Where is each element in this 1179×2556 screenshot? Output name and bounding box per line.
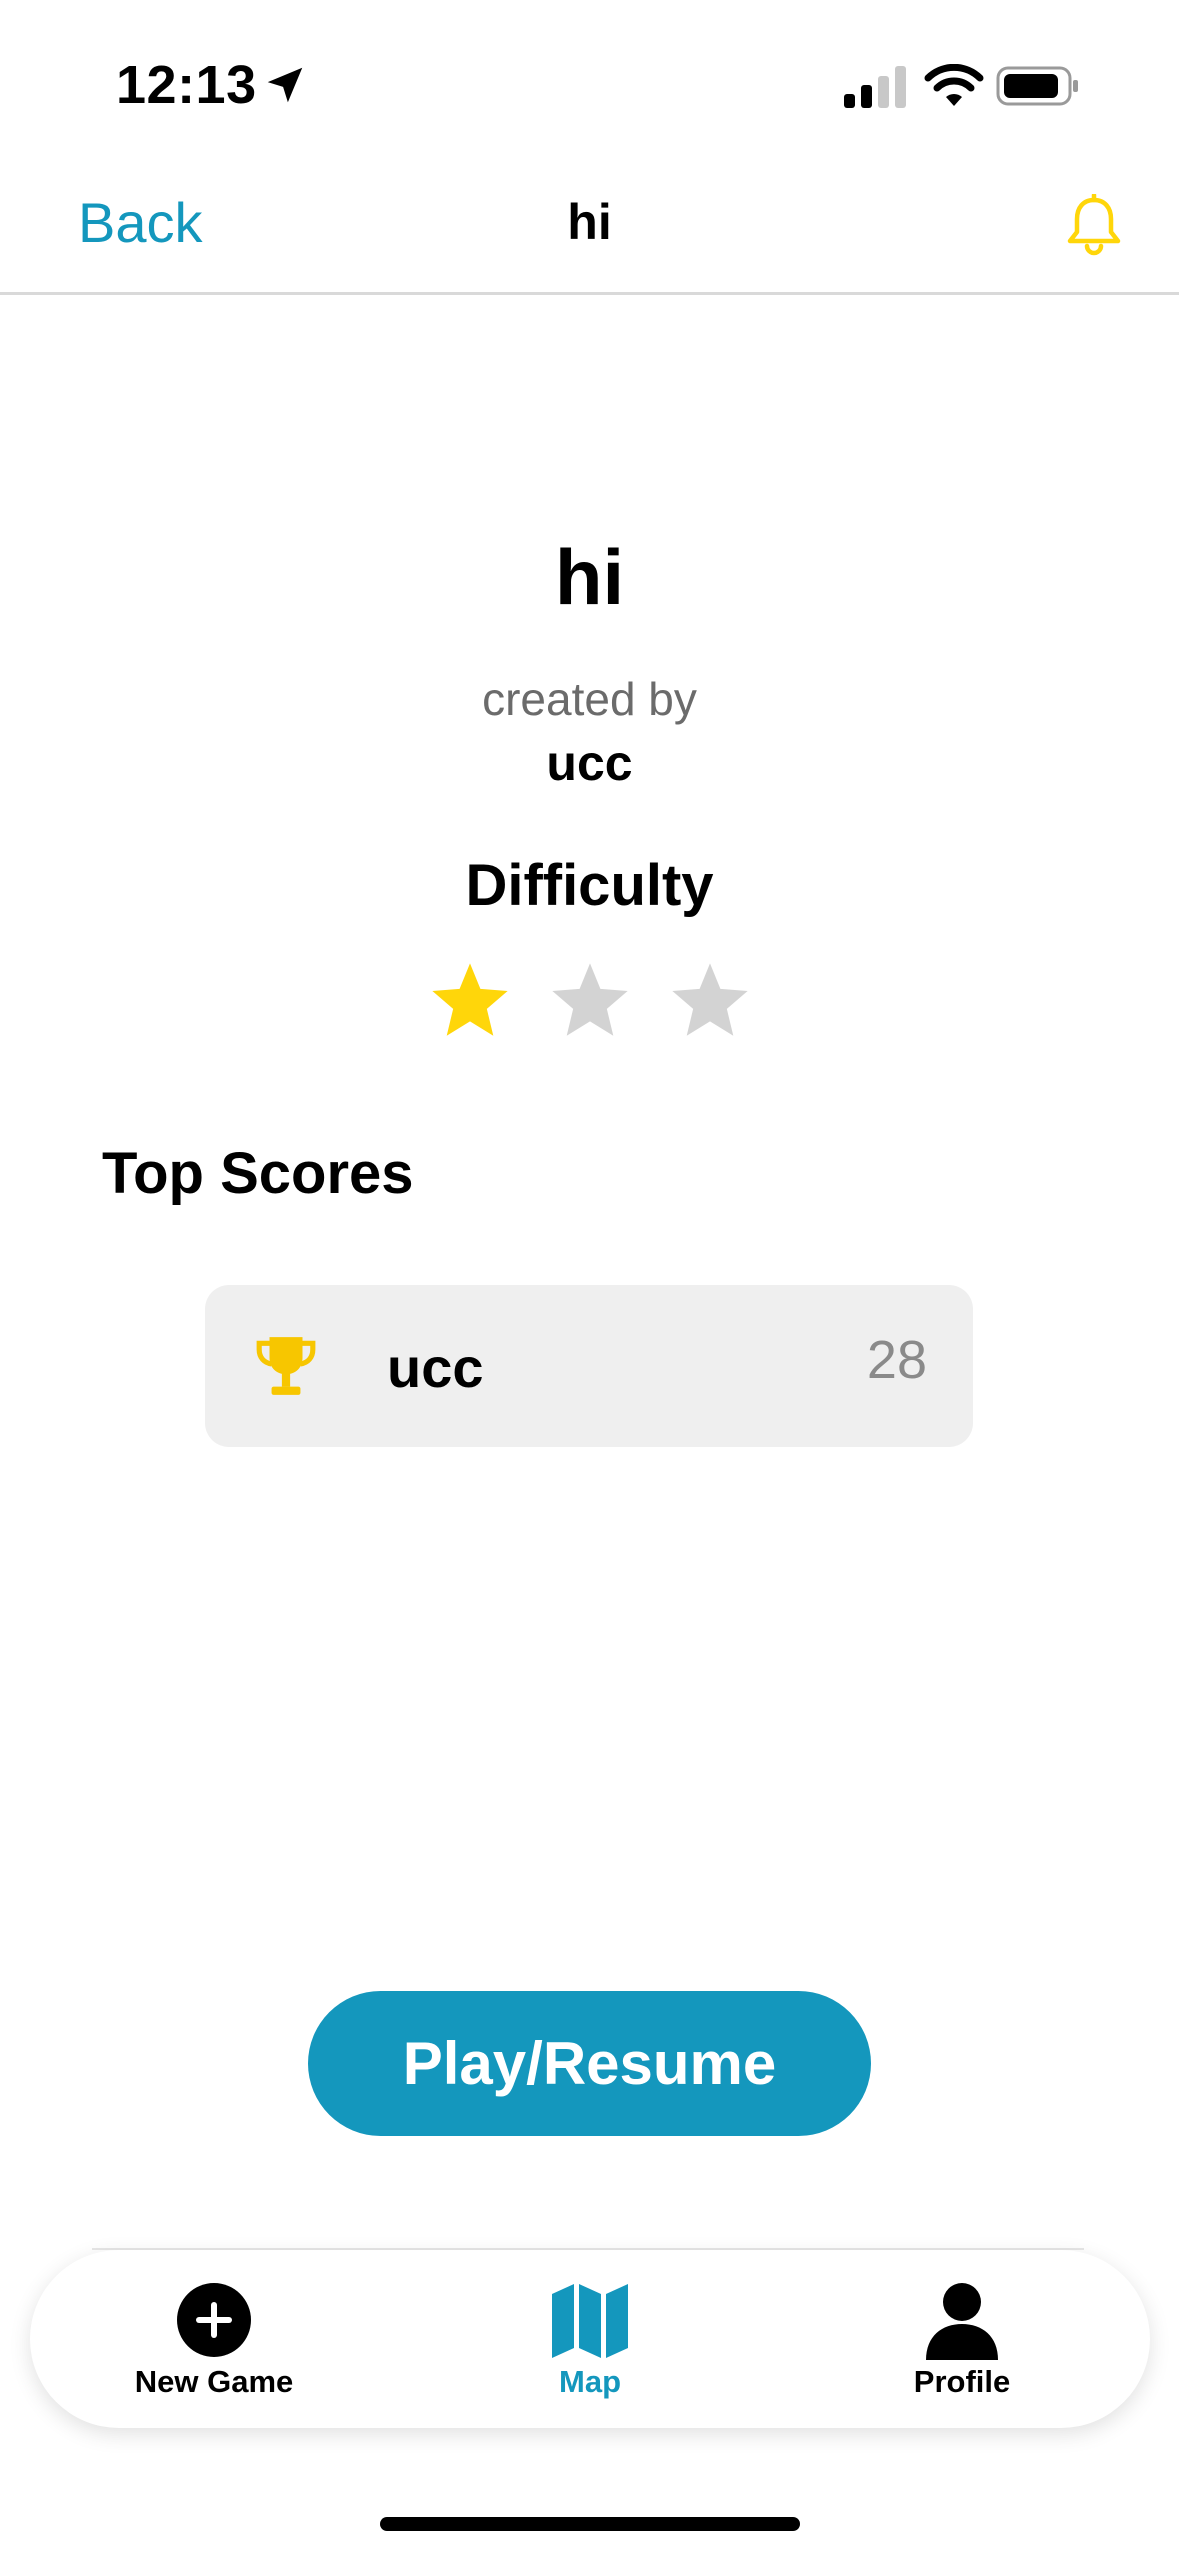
nav-title: hi bbox=[567, 194, 612, 250]
cellular-signal-icon bbox=[844, 66, 906, 108]
creator-name: ucc bbox=[546, 735, 633, 791]
tab-profile[interactable]: Profile bbox=[812, 2250, 1112, 2428]
score-row: ucc 28 bbox=[205, 1285, 973, 1447]
battery-icon bbox=[996, 66, 1078, 106]
tab-map[interactable]: Map bbox=[440, 2250, 740, 2428]
star-icon bbox=[671, 963, 748, 1036]
game-title: hi bbox=[554, 533, 625, 621]
star-icon bbox=[551, 963, 628, 1036]
score-player-name: ucc bbox=[387, 1336, 484, 1399]
person-icon bbox=[926, 2283, 998, 2360]
trophy-icon bbox=[256, 1337, 316, 1395]
tab-new-game[interactable]: New Game bbox=[64, 2250, 364, 2428]
difficulty-heading: Difficulty bbox=[465, 853, 714, 918]
tab-label: Map bbox=[559, 2364, 621, 2399]
home-indicator bbox=[380, 2517, 800, 2531]
score-value: 28 bbox=[866, 1330, 927, 1390]
play-resume-label: Play/Resume bbox=[402, 2030, 777, 2097]
nav-divider bbox=[0, 292, 1179, 295]
status-time: 12:13 bbox=[116, 55, 257, 115]
tab-label: New Game bbox=[134, 2364, 294, 2399]
map-icon bbox=[552, 2284, 628, 2358]
bell-icon[interactable] bbox=[1064, 194, 1124, 258]
created-by-label: created by bbox=[482, 673, 697, 725]
tab-label: Profile bbox=[913, 2364, 1011, 2399]
top-scores-heading: Top Scores bbox=[102, 1141, 414, 1206]
star-icon bbox=[431, 963, 508, 1036]
wifi-icon bbox=[924, 64, 984, 106]
location-arrow-icon bbox=[267, 67, 303, 103]
difficulty-stars bbox=[0, 958, 1179, 1044]
play-resume-button[interactable]: Play/Resume bbox=[308, 1991, 871, 2136]
plus-circle-icon bbox=[177, 2283, 251, 2357]
tab-bar: New Game Map Profile bbox=[30, 2250, 1150, 2428]
